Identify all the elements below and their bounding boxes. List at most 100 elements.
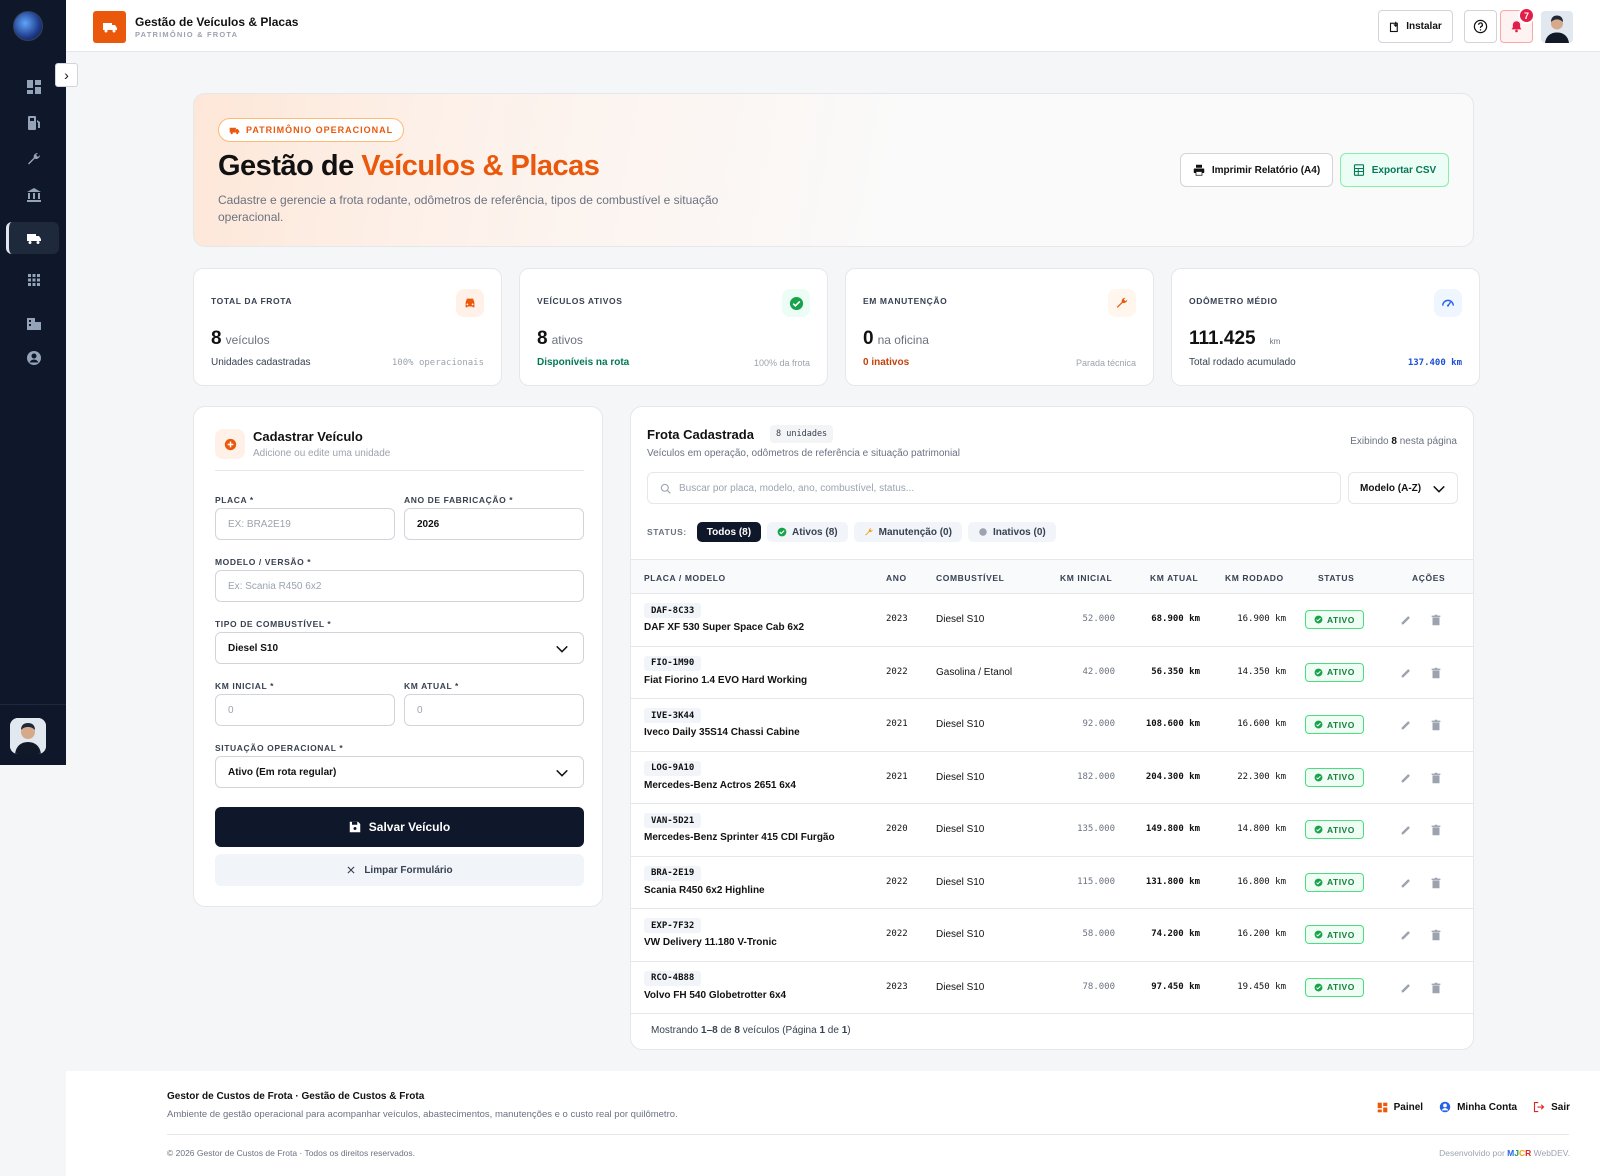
clear-form-button[interactable]: Limpar Formulário [215, 854, 584, 886]
table-row: VAN-5D21 Mercedes-Benz Sprinter 415 CDI … [631, 804, 1473, 857]
filter-active-label: Ativos (8) [792, 526, 838, 538]
footer-link-account[interactable]: Minha Conta [1439, 1101, 1517, 1113]
status-badge: ATIVO [1305, 820, 1364, 839]
app-logo[interactable] [13, 11, 43, 41]
bank-icon[interactable] [22, 183, 46, 207]
sidebar-divider [0, 704, 66, 705]
stat-sub: Unidades cadastradas [211, 357, 311, 368]
filter-maintenance[interactable]: Manutenção (0) [853, 522, 962, 542]
delete-icon[interactable] [1429, 771, 1443, 785]
gauge-icon [1434, 289, 1462, 317]
add-circle-icon [215, 429, 245, 459]
km-start-input[interactable]: 0 [215, 694, 395, 726]
table-row: FIO-1M90 Fiat Fiorino 1.4 EVO Hard Worki… [631, 647, 1473, 699]
building-icon[interactable] [22, 311, 46, 335]
pg-range: 1–8 [701, 1025, 718, 1036]
vehicle-year: 2021 [886, 771, 908, 782]
status-label: SITUAÇÃO OPERACIONAL * [215, 743, 344, 753]
printer-icon [1193, 164, 1205, 176]
delete-icon[interactable] [1429, 981, 1443, 995]
chevron-down-icon [556, 769, 568, 777]
fleet-showing: Exibindo 8 nesta página [1350, 436, 1457, 447]
save-vehicle-button[interactable]: Salvar Veículo [215, 807, 584, 847]
stat-card: VEÍCULOS ATIVOS 8 ativos Disponíveis na r… [519, 268, 828, 386]
user-avatar[interactable] [1541, 11, 1573, 43]
fuel-pump-icon[interactable] [22, 111, 46, 135]
sidebar-toggle-button[interactable]: › [55, 63, 78, 87]
delete-icon[interactable] [1429, 928, 1443, 942]
vehicle-year: 2022 [886, 666, 908, 677]
footer-link-panel-label: Painel [1393, 1101, 1424, 1113]
install-label: Instalar [1406, 21, 1442, 32]
footer-link-logout[interactable]: Sair [1533, 1101, 1570, 1113]
edit-icon[interactable] [1399, 666, 1413, 680]
dot-icon [979, 528, 987, 536]
km-run: 16.900 km [1237, 614, 1286, 624]
delete-icon[interactable] [1429, 718, 1443, 732]
edit-icon[interactable] [1399, 928, 1413, 942]
plate-badge: DAF-8C33 [644, 603, 702, 618]
page-title: Gestão de Veículos & Placas [135, 15, 299, 29]
edit-icon[interactable] [1399, 613, 1413, 627]
status-text: ATIVO [1327, 719, 1355, 730]
stat-right: 100% da frota [753, 358, 810, 368]
stat-right: 100% operacionais [391, 358, 484, 368]
sort-value: Modelo (A-Z) [1360, 482, 1422, 494]
delete-icon[interactable] [1429, 613, 1443, 627]
stat-number: 111.425 [1189, 328, 1256, 349]
status-select[interactable]: Ativo (Em rota regular) [215, 756, 584, 788]
footer-link-panel[interactable]: Painel [1377, 1101, 1423, 1113]
footer-title: Gestor de Custos de Frota · Gestão de Cu… [167, 1091, 425, 1102]
delete-icon[interactable] [1429, 666, 1443, 680]
stat-card: EM MANUTENÇÃO 0 na oficina 0 inativos Par… [845, 268, 1154, 386]
plate-input[interactable]: EX: BRA2E19 [215, 508, 395, 540]
truck-icon[interactable] [22, 226, 46, 250]
km-current-input[interactable]: 0 [404, 694, 584, 726]
table-header: PLACA / MODELO ANO COMBUSTÍVEL KM INICIA… [631, 559, 1473, 594]
wrench-icon[interactable] [22, 147, 46, 171]
sort-select[interactable]: Modelo (A-Z) [1348, 472, 1458, 504]
year-input[interactable]: 2026 [404, 508, 584, 540]
km-start: 42.000 [1082, 666, 1115, 677]
fuel-select[interactable]: Diesel S10 [215, 632, 584, 664]
filter-all[interactable]: Todos (8) [696, 522, 762, 542]
account-icon[interactable] [22, 346, 46, 370]
status-text: ATIVO [1327, 982, 1355, 992]
edit-icon[interactable] [1399, 771, 1413, 785]
status-badge: ATIVO [1305, 767, 1364, 787]
stat-right: 137.400 km [1407, 358, 1462, 368]
edit-icon[interactable] [1399, 876, 1413, 890]
check-circle-icon [1314, 825, 1323, 834]
status-badge: ATIVO [1305, 925, 1364, 944]
fleet-search-input[interactable]: Buscar por placa, modelo, ano, combustív… [647, 472, 1341, 504]
vehicle-model: DAF XF 530 Super Space Cab 6x2 [644, 622, 805, 633]
sidebar-avatar[interactable] [10, 718, 46, 754]
status-filter-label: STATUS: [647, 527, 687, 537]
delete-icon[interactable] [1429, 876, 1443, 890]
export-csv-label: Exportar CSV [1371, 164, 1437, 176]
edit-icon[interactable] [1399, 981, 1413, 995]
dashboard-icon[interactable] [22, 75, 46, 99]
stat-number: 0 [863, 328, 874, 349]
km-run: 14.350 km [1237, 666, 1286, 677]
edit-icon[interactable] [1399, 718, 1413, 732]
stat-number: 8 [537, 328, 548, 349]
stat-sub: 0 inativos [863, 357, 910, 368]
close-icon [347, 866, 355, 874]
export-csv-button[interactable]: Exportar CSV [1340, 153, 1449, 187]
fleet-count-badge: 8 unidades [770, 425, 834, 443]
help-button[interactable] [1464, 10, 1497, 43]
print-report-button[interactable]: Imprimir Relatório (A4) [1180, 153, 1333, 187]
km-start: 115.000 [1077, 876, 1115, 887]
vehicle-year: 2023 [886, 614, 908, 624]
model-input[interactable]: Ex: Scania R450 6x2 [215, 570, 584, 602]
filter-active[interactable]: Ativos (8) [767, 522, 848, 542]
plate-badge: LOG-9A10 [644, 760, 702, 776]
install-button[interactable]: Instalar [1378, 10, 1453, 43]
stat-sub: Disponíveis na rota [537, 357, 630, 368]
grid-icon[interactable] [22, 268, 46, 292]
edit-icon[interactable] [1399, 823, 1413, 837]
filter-inactive[interactable]: Inativos (0) [967, 522, 1056, 542]
delete-icon[interactable] [1429, 823, 1443, 837]
col-km-current: KM ATUAL [1150, 573, 1199, 583]
